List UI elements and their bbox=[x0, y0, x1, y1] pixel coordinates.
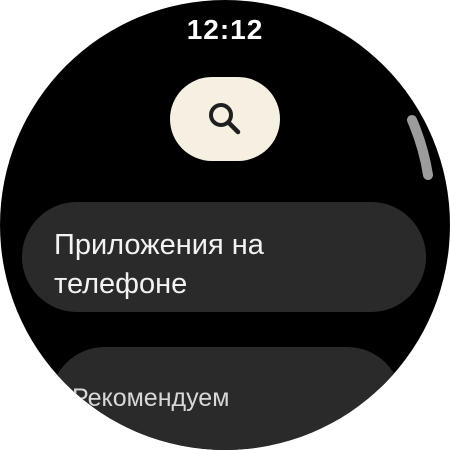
search-button[interactable] bbox=[170, 77, 280, 161]
scrollbar-thumb[interactable] bbox=[407, 115, 433, 180]
phone-apps-label: Приложения на телефоне bbox=[54, 229, 264, 300]
recommended-label: Рекомендуем bbox=[72, 384, 230, 412]
search-icon bbox=[209, 103, 241, 135]
watch-screen: 12:12 Приложения на телефоне Рекомендуем bbox=[0, 0, 450, 450]
phone-apps-button[interactable]: Приложения на телефоне bbox=[22, 202, 426, 312]
recommended-button[interactable]: Рекомендуем bbox=[50, 347, 402, 450]
status-time: 12:12 bbox=[186, 14, 264, 45]
